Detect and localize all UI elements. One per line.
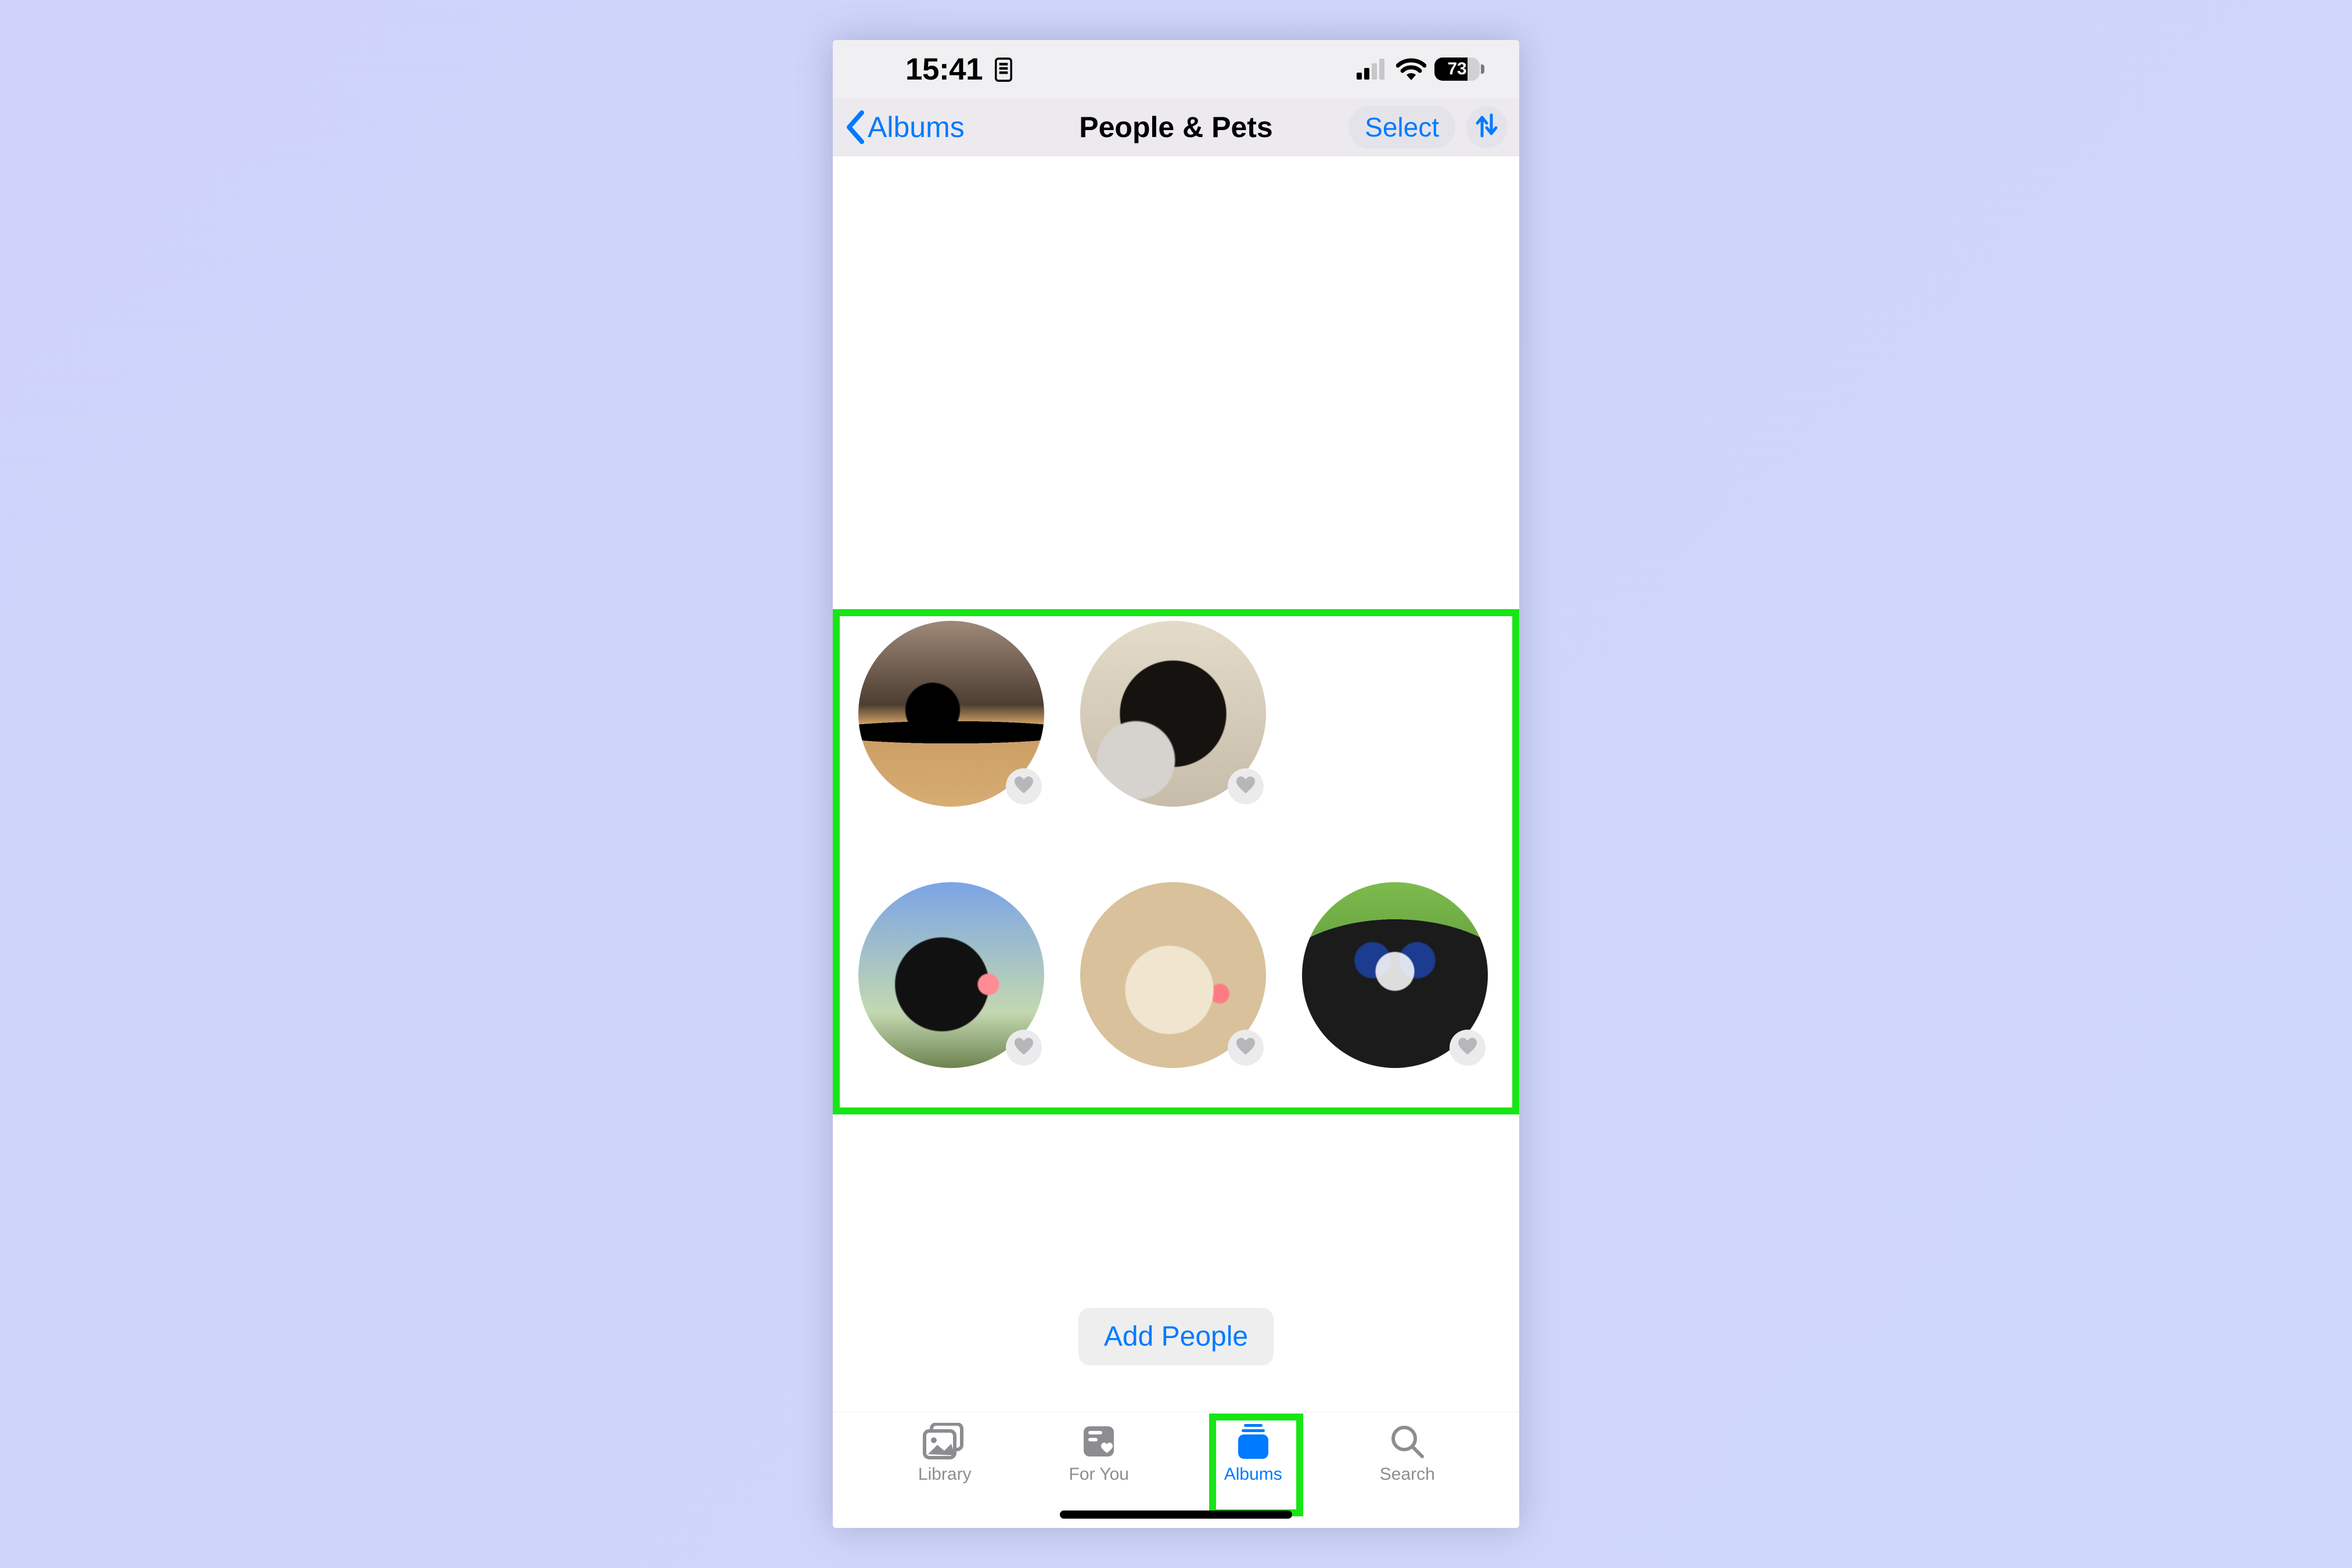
pets-grid bbox=[858, 621, 1488, 1068]
search-icon bbox=[1389, 1423, 1426, 1460]
status-bar: 15:41 bbox=[833, 40, 1519, 98]
pet-thumbnail[interactable] bbox=[1080, 882, 1266, 1068]
navigation-bar: Albums People & Pets Select bbox=[833, 98, 1519, 156]
iphone-screen: 15:41 bbox=[833, 40, 1519, 1528]
page-title: People & Pets bbox=[1079, 110, 1272, 144]
status-time: 15:41 bbox=[905, 52, 1014, 87]
add-people-button[interactable]: Add People bbox=[1078, 1308, 1274, 1365]
pet-thumbnail[interactable] bbox=[858, 882, 1044, 1068]
pet-thumbnail[interactable] bbox=[1080, 621, 1266, 807]
cellular-signal-icon bbox=[1357, 59, 1388, 80]
favorite-button[interactable] bbox=[1450, 1030, 1486, 1066]
heart-icon bbox=[1458, 1038, 1477, 1058]
tab-label: For You bbox=[1069, 1465, 1129, 1484]
back-button[interactable]: Albums bbox=[839, 105, 970, 150]
battery-indicator: 73 bbox=[1434, 57, 1484, 81]
tab-label: Albums bbox=[1224, 1465, 1282, 1484]
wifi-icon bbox=[1396, 58, 1426, 80]
heart-icon bbox=[1014, 1038, 1034, 1058]
favorite-button[interactable] bbox=[1228, 1030, 1264, 1066]
back-label: Albums bbox=[868, 110, 965, 144]
pet-thumbnail[interactable] bbox=[858, 621, 1044, 807]
tab-bar: Library For You bbox=[833, 1412, 1519, 1528]
library-icon bbox=[922, 1423, 968, 1460]
tab-label: Search bbox=[1380, 1465, 1435, 1484]
content-area: Add People bbox=[833, 156, 1519, 1412]
nav-actions: Select bbox=[1348, 106, 1508, 149]
heart-icon bbox=[1236, 1038, 1256, 1058]
favorite-button[interactable] bbox=[1228, 768, 1264, 804]
tab-label: Library bbox=[918, 1465, 972, 1484]
favorite-button[interactable] bbox=[1006, 1030, 1042, 1066]
sort-button[interactable] bbox=[1466, 106, 1508, 148]
chevron-left-icon bbox=[844, 110, 866, 144]
for-you-icon bbox=[1080, 1423, 1117, 1460]
tab-search[interactable]: Search bbox=[1361, 1423, 1454, 1528]
home-indicator[interactable] bbox=[1060, 1511, 1292, 1519]
favorite-button[interactable] bbox=[1006, 768, 1042, 804]
sort-arrows-icon bbox=[1475, 113, 1499, 141]
tab-library[interactable]: Library bbox=[898, 1423, 991, 1528]
heart-icon bbox=[1236, 776, 1256, 797]
albums-icon bbox=[1235, 1423, 1272, 1460]
select-button[interactable]: Select bbox=[1348, 106, 1455, 149]
heart-icon bbox=[1014, 776, 1034, 797]
pet-thumbnail[interactable] bbox=[1302, 882, 1488, 1068]
